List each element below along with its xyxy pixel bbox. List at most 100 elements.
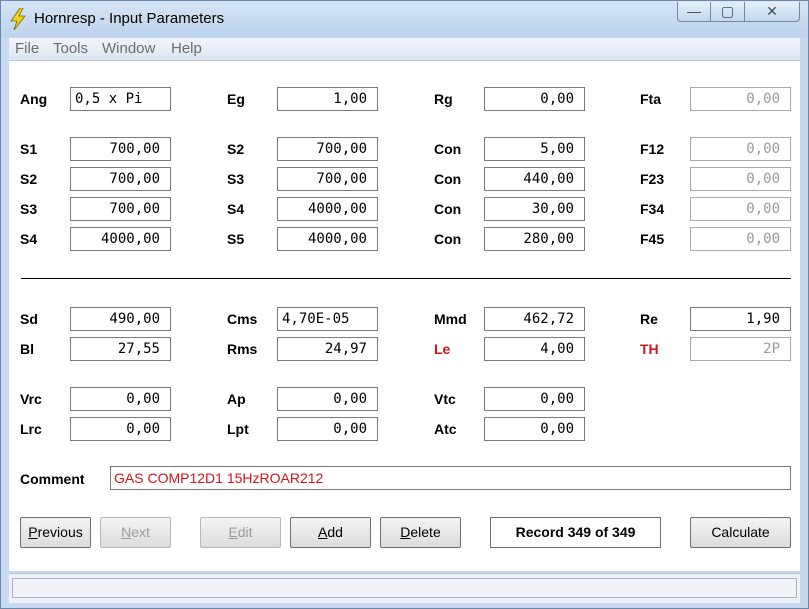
- label-s3: S3: [20, 201, 38, 217]
- field-ap[interactable]: 0,00: [277, 387, 378, 411]
- field-cms[interactable]: 4,70E-05: [277, 307, 378, 331]
- label-s2: S2: [227, 141, 245, 157]
- label-s4: S4: [227, 201, 245, 217]
- field-s2[interactable]: 700,00: [277, 137, 378, 161]
- field-mmd[interactable]: 462,72: [484, 307, 585, 331]
- menu-help[interactable]: Help: [171, 40, 202, 57]
- field-f23: 0,00: [690, 167, 791, 191]
- label-mmd: Mmd: [434, 311, 467, 327]
- field-vrc[interactable]: 0,00: [70, 387, 171, 411]
- label-sd: Sd: [20, 311, 38, 327]
- menu-tools[interactable]: Tools: [53, 40, 88, 57]
- minimize-icon: —: [687, 3, 701, 19]
- maximize-button[interactable]: ▢: [711, 2, 745, 22]
- field-s1[interactable]: 700,00: [70, 137, 171, 161]
- label-s5: S5: [227, 231, 245, 247]
- field-le[interactable]: 4,00: [484, 337, 585, 361]
- field-f34: 0,00: [690, 197, 791, 221]
- field-con-4[interactable]: 280,00: [484, 227, 585, 251]
- field-sd[interactable]: 490,00: [70, 307, 171, 331]
- edit-accel: E: [228, 524, 238, 540]
- label-con: Con: [434, 171, 462, 187]
- minimize-button[interactable]: —: [677, 2, 711, 22]
- field-f12: 0,00: [690, 137, 791, 161]
- label-le[interactable]: Le: [434, 341, 450, 357]
- add-button[interactable]: Add: [290, 517, 371, 548]
- next-label: ext: [131, 524, 150, 540]
- label-rg: Rg: [434, 91, 453, 107]
- delete-accel: D: [400, 524, 411, 540]
- field-con-1[interactable]: 5,00: [484, 137, 585, 161]
- field-s4-row4[interactable]: 4000,00: [70, 227, 171, 251]
- label-f34: F34: [640, 201, 665, 217]
- field-fta: 0,00: [690, 87, 791, 111]
- label-s1: S1: [20, 141, 38, 157]
- close-button[interactable]: ✕: [745, 2, 800, 22]
- previous-accel: P: [28, 524, 38, 540]
- field-s3-row3[interactable]: 700,00: [70, 197, 171, 221]
- previous-label: revious: [37, 524, 83, 540]
- close-icon: ✕: [766, 3, 778, 19]
- field-con-3[interactable]: 30,00: [484, 197, 585, 221]
- add-accel: A: [318, 524, 328, 540]
- maximize-icon: ▢: [720, 3, 735, 19]
- label-comment: Comment: [20, 471, 85, 487]
- previous-button[interactable]: Previous: [20, 517, 91, 548]
- field-s4[interactable]: 4000,00: [277, 197, 378, 221]
- field-con-2[interactable]: 440,00: [484, 167, 585, 191]
- add-label: dd: [327, 524, 343, 540]
- field-eg[interactable]: 1,00: [277, 87, 378, 111]
- next-button[interactable]: Next: [100, 517, 171, 548]
- label-fta: Fta: [640, 91, 661, 107]
- field-lpt[interactable]: 0,00: [277, 417, 378, 441]
- label-atc: Atc: [434, 421, 457, 437]
- field-rg[interactable]: 0,00: [484, 87, 585, 111]
- edit-label: dit: [237, 524, 253, 540]
- label-con: Con: [434, 201, 462, 217]
- field-s5[interactable]: 4000,00: [277, 227, 378, 251]
- field-lrc[interactable]: 0,00: [70, 417, 171, 441]
- label-th[interactable]: TH: [640, 341, 659, 357]
- main-window: Hornresp - Input Parameters — ▢ ✕ File T…: [0, 0, 809, 609]
- label-eg: Eg: [227, 91, 245, 107]
- title-bar[interactable]: Hornresp - Input Parameters — ▢ ✕: [1, 1, 808, 37]
- label-rms: Rms: [227, 341, 258, 357]
- record-indicator: Record 349 of 349: [490, 517, 661, 548]
- edit-button[interactable]: Edit: [200, 517, 281, 548]
- calculate-button[interactable]: Calculate: [690, 517, 791, 548]
- field-re[interactable]: 1,90: [690, 307, 791, 331]
- label-re: Re: [640, 311, 658, 327]
- field-atc[interactable]: 0,00: [484, 417, 585, 441]
- lightning-bolt-icon: [10, 8, 26, 30]
- delete-button[interactable]: Delete: [380, 517, 461, 548]
- label-f45: F45: [640, 231, 665, 247]
- label-con: Con: [434, 231, 462, 247]
- section-divider: [21, 278, 791, 279]
- field-vtc[interactable]: 0,00: [484, 387, 585, 411]
- status-bar: [9, 573, 800, 603]
- label-bl: Bl: [20, 341, 34, 357]
- window-title: Hornresp - Input Parameters: [34, 10, 225, 27]
- field-rms[interactable]: 24,97: [277, 337, 378, 361]
- parameter-panel: Ang 0,5 x Pi Eg 1,00 Rg 0,00 Fta 0,00 S1…: [9, 61, 800, 571]
- label-lpt: Lpt: [227, 421, 249, 437]
- comment-field[interactable]: GAS COMP12D1 15HzROAR212: [110, 466, 791, 490]
- label-s3: S3: [227, 171, 245, 187]
- menu-file[interactable]: File: [15, 40, 39, 57]
- delete-label: elete: [410, 524, 441, 540]
- label-ang: Ang: [20, 91, 48, 107]
- menu-window[interactable]: Window: [102, 40, 155, 57]
- field-s3[interactable]: 700,00: [277, 167, 378, 191]
- field-ang[interactable]: 0,5 x Pi: [70, 87, 171, 111]
- field-bl[interactable]: 27,55: [70, 337, 171, 361]
- label-cms: Cms: [227, 311, 258, 327]
- field-s2-row2[interactable]: 700,00: [70, 167, 171, 191]
- label-vtc: Vtc: [434, 391, 456, 407]
- label-lrc: Lrc: [20, 421, 42, 437]
- menu-bar: File Tools Window Help: [9, 38, 800, 61]
- next-accel: N: [121, 524, 132, 540]
- label-s2: S2: [20, 171, 38, 187]
- label-vrc: Vrc: [20, 391, 42, 407]
- status-panel: [12, 578, 797, 598]
- label-s4: S4: [20, 231, 38, 247]
